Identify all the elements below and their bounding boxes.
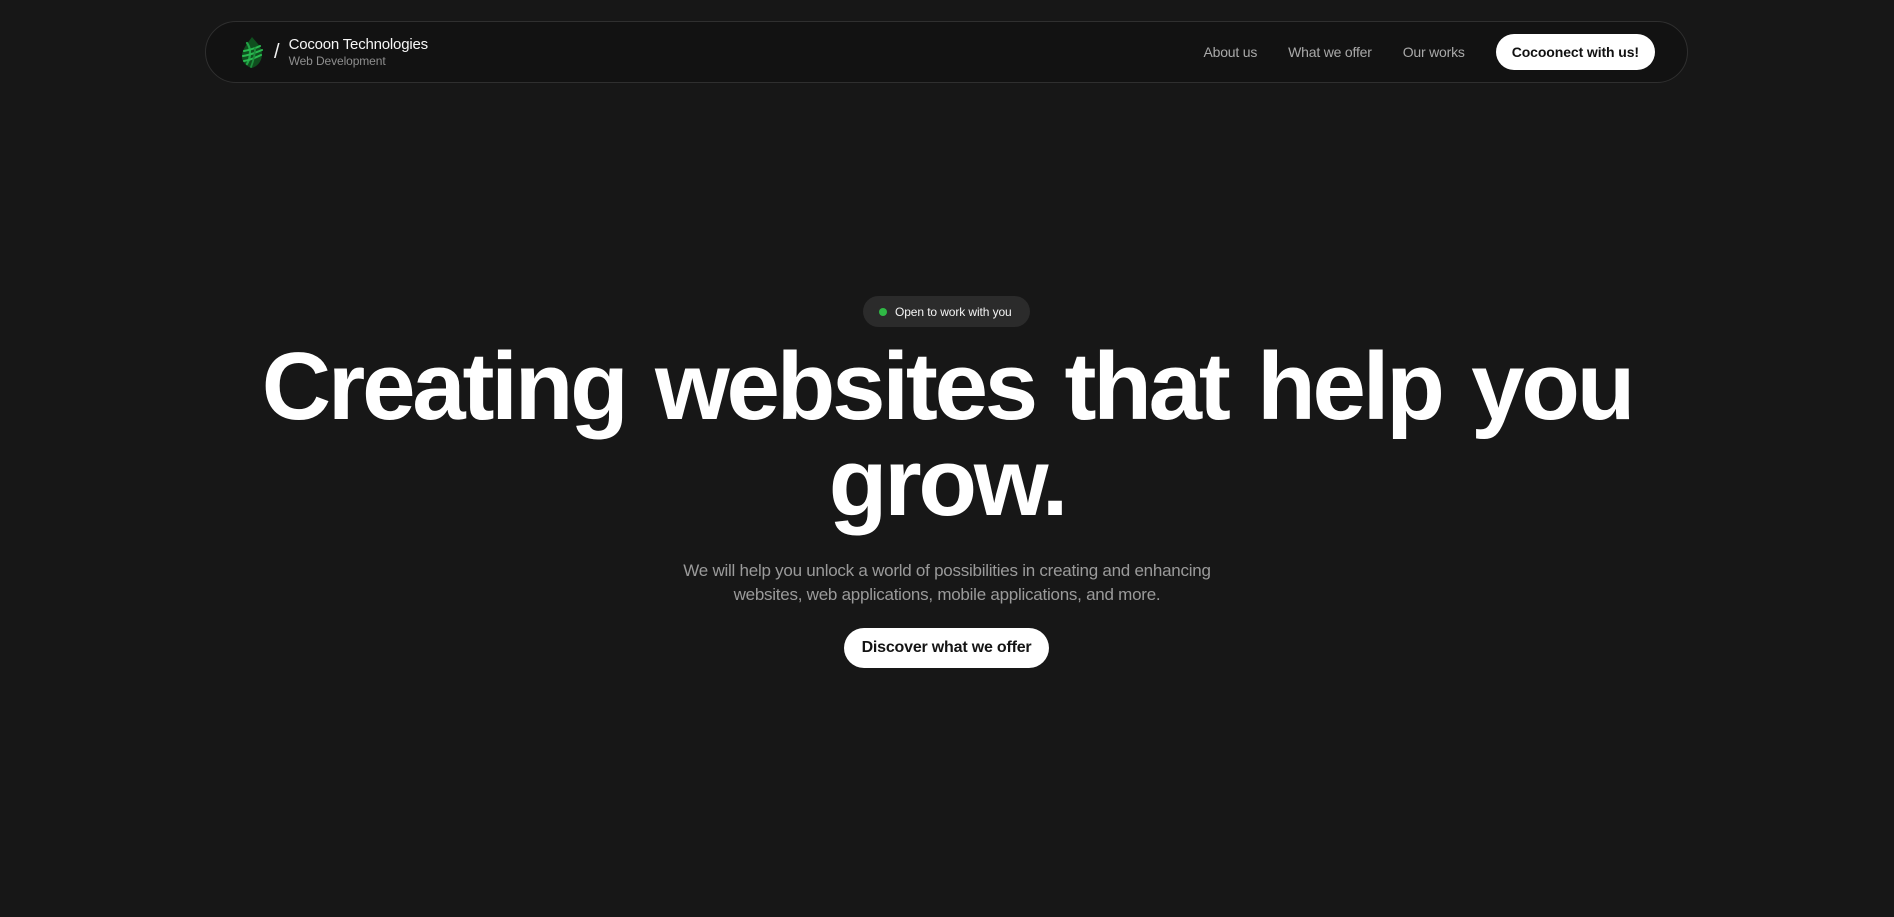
main-navigation: About us What we offer Our works Cocoone… bbox=[1204, 34, 1655, 70]
site-navbar: / Cocoon Technologies Web Development Ab… bbox=[205, 21, 1688, 83]
hero-description: We will help you unlock a world of possi… bbox=[683, 561, 1211, 604]
brand-name: Cocoon Technologies bbox=[288, 36, 429, 53]
cocoonect-button[interactable]: Cocoonect with us! bbox=[1495, 34, 1655, 70]
cocoon-leaf-icon bbox=[238, 35, 266, 69]
nav-link-what-we-offer[interactable]: What we offer bbox=[1288, 45, 1372, 59]
discover-offer-button[interactable]: Discover what we offer bbox=[844, 628, 1049, 668]
hero-headline: Creating websites that help you grow. bbox=[261, 333, 1636, 536]
brand-text: Cocoon Technologies Web Development bbox=[288, 36, 429, 68]
nav-link-our-works[interactable]: Our works bbox=[1403, 45, 1465, 59]
brand[interactable]: / Cocoon Technologies Web Development bbox=[238, 35, 428, 69]
brand-subtitle: Web Development bbox=[288, 54, 386, 68]
nav-link-about-us[interactable]: About us bbox=[1204, 45, 1258, 59]
availability-badge: Open to work with you bbox=[863, 296, 1030, 327]
hero-section: Open to work with you Creating websites … bbox=[0, 0, 1894, 917]
availability-label: Open to work with you bbox=[895, 304, 1012, 319]
brand-separator: / bbox=[274, 41, 280, 63]
status-dot-icon bbox=[879, 307, 887, 316]
